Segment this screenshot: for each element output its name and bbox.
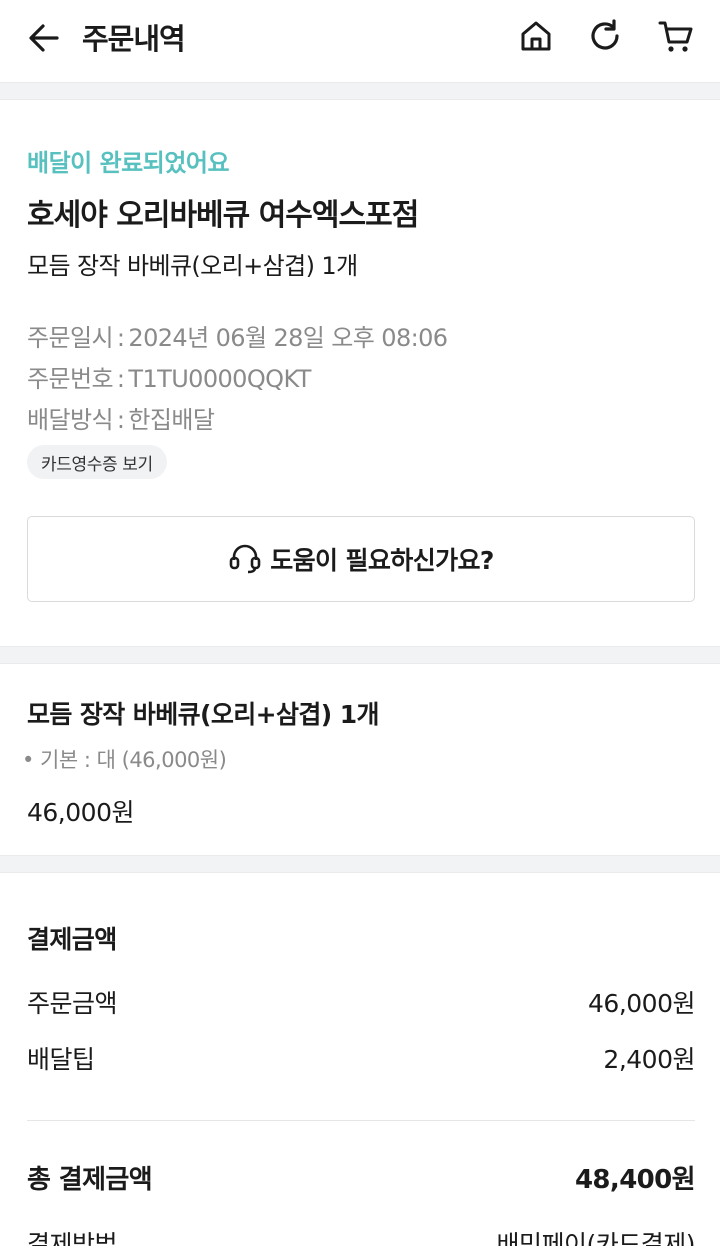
section-divider xyxy=(0,82,720,100)
order-number-row: 주문번호: T1TU0000QQKT xyxy=(27,359,311,394)
app-header: 주문내역 xyxy=(0,0,720,82)
payment-label: 주문금액 xyxy=(27,989,118,1018)
delivery-method-row: 배달방식: 한집배달 xyxy=(27,400,215,435)
card-receipt-button[interactable]: 카드영수증 보기 xyxy=(27,445,167,479)
headset-icon xyxy=(229,544,261,574)
order-summary: 모듬 장작 바베큐(오리+삼겹) 1개 xyxy=(27,252,358,280)
store-name[interactable]: 호세야 오리바베큐 여수엑스포점 xyxy=(27,190,419,234)
menu-item-option: • 기본 : 대 (46,000원) xyxy=(22,748,227,772)
total-value: 48,400원 xyxy=(574,1165,696,1195)
payment-row-order-amount: 주문금액 46,000원 xyxy=(27,984,695,1020)
help-button[interactable]: 도움이 필요하신가요? xyxy=(27,516,695,602)
delivery-status: 배달이 완료되었어요 xyxy=(27,149,230,177)
payment-row-delivery-tip: 배달팁 2,400원 xyxy=(27,1040,695,1076)
page-title: 주문내역 xyxy=(82,22,186,56)
section-divider xyxy=(0,855,720,873)
info-value: T1TU0000QQKT xyxy=(128,365,311,393)
back-arrow-icon xyxy=(29,24,59,52)
payment-method-label: 결제방법 xyxy=(27,1230,118,1246)
menu-item-price: 46,000원 xyxy=(27,798,134,827)
info-label: 주문번호 xyxy=(27,365,114,393)
refresh-icon xyxy=(591,19,619,50)
cart-icon xyxy=(658,21,693,52)
menu-item-name: 모듬 장작 바베큐(오리+삼겹) 1개 xyxy=(27,700,380,729)
payment-total-row: 총 결제금액 48,400원 xyxy=(27,1159,696,1196)
info-value: 한집배달 xyxy=(128,406,215,434)
payment-value: 2,400원 xyxy=(603,1045,695,1074)
help-button-label: 도움이 필요하신가요? xyxy=(270,546,494,575)
home-button[interactable] xyxy=(514,14,558,58)
payment-label: 배달팁 xyxy=(27,1045,95,1074)
total-label: 총 결제금액 xyxy=(27,1165,153,1195)
section-divider xyxy=(0,646,720,664)
order-date-row: 주문일시:2024년 06월 28일 오후 08:06 xyxy=(27,318,448,353)
info-separator: : xyxy=(116,365,125,393)
payment-divider xyxy=(27,1120,695,1121)
refresh-button[interactable] xyxy=(583,14,627,58)
info-separator: : xyxy=(116,324,125,352)
back-button[interactable] xyxy=(24,18,64,58)
payment-title: 결제금액 xyxy=(27,925,117,954)
info-separator: : xyxy=(116,406,125,434)
payment-value: 46,000원 xyxy=(588,989,695,1018)
info-label: 배달방식 xyxy=(27,406,114,434)
payment-method-value: 배민페이(카드결제) xyxy=(496,1230,695,1246)
payment-method-row: 결제방법 배민페이(카드결제) xyxy=(27,1225,695,1246)
info-value: 2024년 06월 28일 오후 08:06 xyxy=(128,324,448,352)
info-label: 주문일시 xyxy=(27,324,114,352)
home-icon xyxy=(521,21,551,51)
cart-button[interactable] xyxy=(654,14,698,58)
